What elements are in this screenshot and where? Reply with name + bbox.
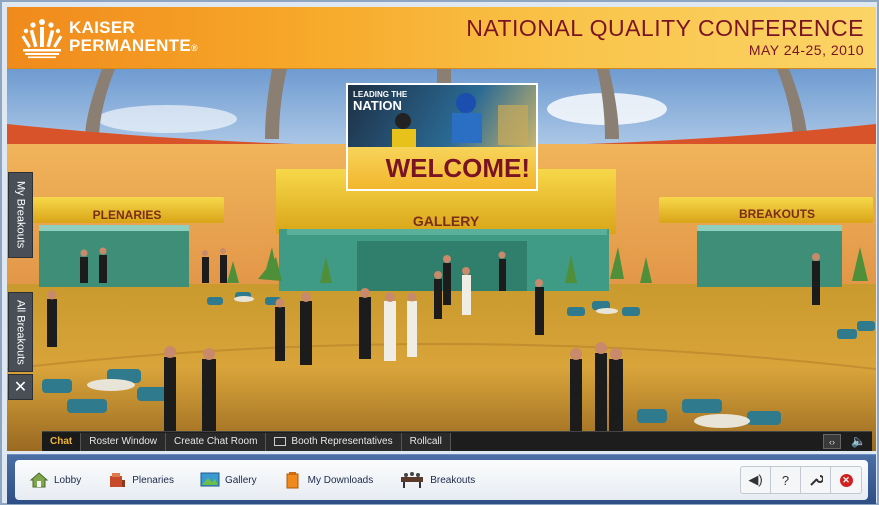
logo-line1: KAISER xyxy=(69,18,136,37)
gallery-sign[interactable]: GALLERY xyxy=(381,213,511,229)
conference-header: KAISER PERMANENTE® NATIONAL QUALITY CONF… xyxy=(7,7,876,69)
nav-my-downloads-label: My Downloads xyxy=(307,474,374,486)
banner-headline: LEADING THE NATION xyxy=(353,90,408,113)
utility-toolbar: ◀) ? ✕ xyxy=(740,466,862,494)
monitor-icon xyxy=(274,437,287,446)
close-icon[interactable]: ✕ xyxy=(8,374,33,400)
breakouts-icon xyxy=(399,471,425,489)
plenaries-sign[interactable]: PLENARIES xyxy=(52,208,202,222)
banner-photo: LEADING THE NATION xyxy=(348,85,536,147)
welcome-banner: LEADING THE NATION WELCOME! xyxy=(346,83,538,191)
nav-lobby-label: Lobby xyxy=(54,474,82,486)
nav-plenaries[interactable]: Plenaries xyxy=(107,471,174,489)
exit-icon: ✕ xyxy=(839,473,853,487)
exit-button[interactable]: ✕ xyxy=(831,467,861,493)
tab-my-breakouts[interactable]: My Breakouts xyxy=(8,172,33,258)
nav-breakouts[interactable]: Breakouts xyxy=(399,471,475,489)
nav-breakouts-label: Breakouts xyxy=(430,474,476,486)
speaker-icon[interactable]: 🔈 xyxy=(851,434,866,449)
nav-plenaries-label: Plenaries xyxy=(132,474,174,486)
tab-booth-representatives-label: Booth Representatives xyxy=(291,436,393,447)
chat-toolbar: Chat Roster Window Create Chat Room Boot… xyxy=(42,431,872,451)
logo-line2: PERMANENTE® xyxy=(69,36,198,55)
bottom-navigation: Lobby Plenaries Gallery My Downloads Bre… xyxy=(7,454,876,504)
logo-sunburst-icon xyxy=(21,15,63,61)
plenaries-icon xyxy=(107,471,127,489)
tab-chat[interactable]: Chat xyxy=(42,432,82,451)
tab-roster-window[interactable]: Roster Window xyxy=(81,432,167,451)
lobby-icon xyxy=(29,471,49,489)
tab-create-chat-room[interactable]: Create Chat Room xyxy=(166,432,267,451)
conference-date: MAY 24-25, 2010 xyxy=(748,42,864,58)
breakouts-sign[interactable]: BREAKOUTS xyxy=(697,207,857,221)
app-window: KAISER PERMANENTE® NATIONAL QUALITY CONF… xyxy=(0,0,879,505)
settings-wrench-icon[interactable] xyxy=(801,467,831,493)
resize-arrows-icon[interactable]: ‹› xyxy=(823,434,842,449)
gallery-icon xyxy=(200,471,220,489)
downloads-icon xyxy=(283,471,303,489)
banner-welcome-text: WELCOME! xyxy=(348,147,536,189)
help-icon[interactable]: ? xyxy=(771,467,801,493)
nav-gallery[interactable]: Gallery xyxy=(200,471,257,489)
nav-my-downloads[interactable]: My Downloads xyxy=(283,471,374,489)
nav-gallery-label: Gallery xyxy=(224,474,257,486)
kaiser-logo: KAISER PERMANENTE® xyxy=(21,15,198,61)
tab-all-breakouts[interactable]: All Breakouts xyxy=(8,292,33,372)
tab-booth-representatives[interactable]: Booth Representatives xyxy=(266,432,402,451)
conference-title: NATIONAL QUALITY CONFERENCE xyxy=(466,15,864,41)
volume-icon[interactable]: ◀) xyxy=(741,467,771,493)
nav-lobby[interactable]: Lobby xyxy=(29,471,81,489)
chat-controls: ‹› 🔈 xyxy=(823,434,866,449)
tab-rollcall[interactable]: Rollcall xyxy=(401,432,451,451)
nav-panel: Lobby Plenaries Gallery My Downloads Bre… xyxy=(15,460,868,500)
logo-wordmark: KAISER PERMANENTE® xyxy=(69,19,198,57)
